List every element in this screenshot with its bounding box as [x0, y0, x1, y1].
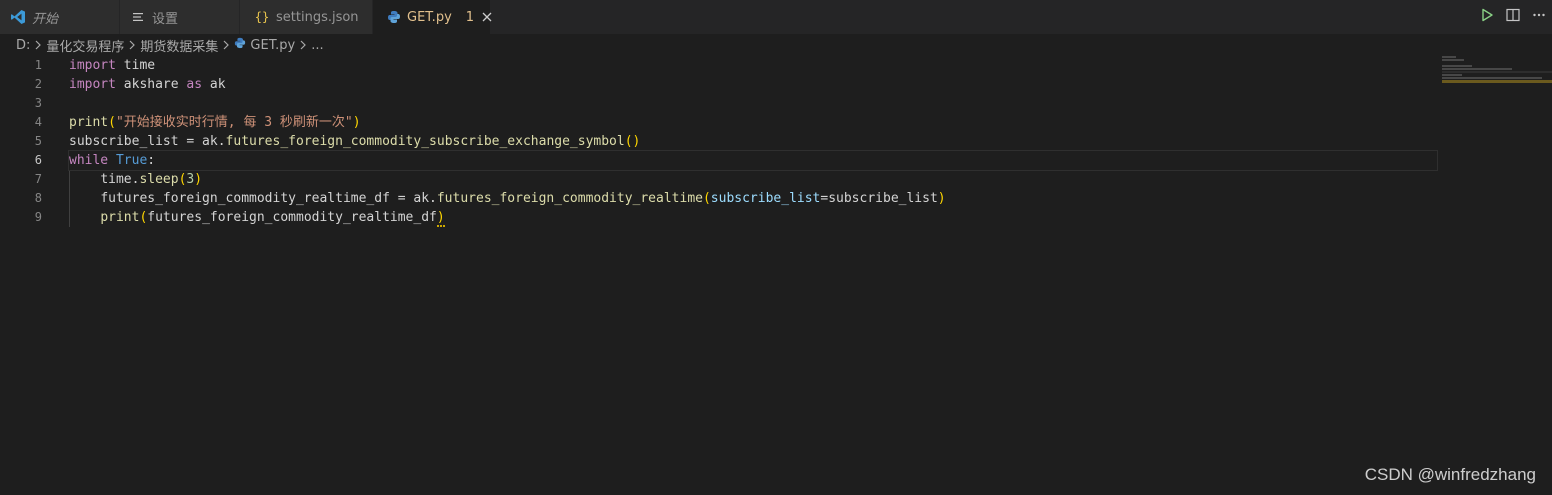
tab-settings[interactable]: 设置 — [120, 0, 240, 34]
token-text: futures_foreign_commodity_realtime_df = … — [100, 191, 437, 206]
minimap-line — [1442, 65, 1472, 67]
token-bracket: () — [624, 134, 641, 149]
code-lines[interactable]: import time import akshare as ak print("… — [68, 56, 1439, 227]
json-braces-icon: {} — [254, 10, 270, 24]
breadcrumb-folder-quant[interactable]: 量化交易程序 — [46, 36, 124, 55]
line-number: 1 — [34, 58, 42, 72]
chevron-right-icon — [299, 40, 307, 50]
breadcrumb: D: 量化交易程序 期货数据采集 GET.py ... — [0, 34, 1552, 56]
token-bracket: ) — [937, 191, 946, 206]
token-function: futures_foreign_commodity_subscribe_exch… — [225, 134, 625, 149]
token-keyword: import — [69, 77, 116, 92]
line-number-gutter: 1 2 3 4 5 6 7 8 9 — [0, 56, 50, 227]
minimap-line — [1442, 77, 1542, 79]
code-line[interactable]: time.sleep(3) — [69, 170, 1439, 189]
code-line-current[interactable]: while True: — [68, 150, 1438, 171]
token-keyword: as — [186, 77, 203, 92]
chevron-right-icon — [128, 40, 136, 50]
ellipsis-icon — [1532, 8, 1546, 26]
token-alias: ak — [202, 77, 226, 92]
token-keyword: while — [69, 153, 109, 168]
token-text: =subscribe_list — [820, 191, 938, 206]
token-text: : — [147, 153, 156, 168]
code-line[interactable]: import akshare as ak — [69, 75, 1439, 94]
token-bracket: ( — [702, 191, 711, 206]
close-icon[interactable] — [482, 9, 492, 25]
line-number: 3 — [34, 96, 42, 110]
tab-bar: 开始 设置 {} settings.json GET.py 1 — [0, 0, 1552, 34]
code-line[interactable] — [69, 94, 1439, 113]
tab-label: 开始 — [32, 11, 59, 27]
token-bracket: ( — [108, 115, 116, 130]
line-number: 2 — [34, 77, 42, 91]
breadcrumb-folder-futures[interactable]: 期货数据采集 — [140, 36, 218, 55]
code-line[interactable]: futures_foreign_commodity_realtime_df = … — [69, 189, 1439, 208]
more-actions-button[interactable] — [1526, 4, 1552, 30]
split-editor-icon — [1506, 8, 1520, 26]
breadcrumb-file[interactable]: GET.py — [234, 37, 295, 53]
tab-label: settings.json — [276, 9, 359, 25]
minimap-line — [1442, 56, 1456, 58]
token-variable: futures_foreign_commodity_realtime_df — [147, 210, 437, 225]
token-keyword: import — [69, 58, 116, 73]
breadcrumb-drive[interactable]: D: — [16, 38, 30, 53]
token-function: print — [100, 210, 140, 225]
token-text: subscribe_list = ak. — [69, 134, 226, 149]
minimap-line — [1442, 74, 1462, 76]
watermark: CSDN @winfredzhang — [1364, 465, 1536, 484]
token-function: sleep — [139, 172, 179, 187]
python-icon — [387, 9, 401, 25]
tab-get-py[interactable]: GET.py 1 — [373, 0, 492, 34]
code-line[interactable]: subscribe_list = ak.futures_foreign_comm… — [69, 132, 1439, 151]
token-function: futures_foreign_commodity_realtime — [436, 191, 703, 206]
minimap-line — [1442, 59, 1464, 61]
minimap[interactable] — [1442, 56, 1552, 86]
minimap-warning-line — [1442, 80, 1552, 83]
chevron-right-icon — [34, 40, 42, 50]
token-parameter: subscribe_list — [710, 191, 821, 206]
token-string: "开始接收实时行情, 每 3 秒刷新一次" — [115, 115, 353, 130]
run-button[interactable] — [1474, 4, 1500, 30]
python-icon — [234, 37, 246, 49]
line-number: 4 — [34, 115, 42, 129]
line-number: 5 — [34, 134, 42, 148]
token-bracket: ) — [352, 115, 361, 130]
token-module: time — [115, 58, 156, 73]
line-number-current: 6 — [34, 153, 42, 167]
breadcrumb-symbol[interactable]: ... — [311, 38, 323, 53]
problems-count-badge: 1 — [465, 9, 475, 25]
minimap-line-current — [1442, 71, 1552, 73]
play-icon — [1480, 8, 1494, 26]
code-editor[interactable]: 1 2 3 4 5 6 7 8 9 import time import aks… — [0, 56, 1440, 495]
split-editor-button[interactable] — [1500, 4, 1526, 30]
tab-label: 设置 — [152, 11, 179, 27]
line-number: 7 — [34, 172, 42, 186]
tab-welcome[interactable]: 开始 — [0, 0, 120, 34]
code-line[interactable]: print("开始接收实时行情, 每 3 秒刷新一次") — [69, 113, 1439, 132]
line-number: 8 — [34, 191, 42, 205]
line-number: 9 — [34, 210, 42, 224]
tab-settings-json[interactable]: {} settings.json — [240, 0, 373, 34]
minimap-line — [1442, 68, 1512, 70]
token-bracket-warning: ) — [436, 210, 445, 227]
code-line[interactable]: print(futures_foreign_commodity_realtime… — [69, 208, 1439, 227]
settings-lines-icon — [130, 9, 146, 25]
token-constant: True — [108, 153, 148, 168]
token-bracket: ) — [194, 172, 203, 187]
token-function: print — [69, 115, 109, 130]
editor-actions — [1474, 0, 1552, 34]
token-text: time. — [100, 172, 140, 187]
vscode-logo-icon — [10, 9, 26, 25]
tab-label: GET.py — [407, 9, 452, 25]
breadcrumb-file-label: GET.py — [250, 38, 296, 53]
chevron-right-icon — [222, 40, 230, 50]
token-module: akshare — [115, 77, 187, 92]
code-line[interactable]: import time — [69, 56, 1439, 75]
